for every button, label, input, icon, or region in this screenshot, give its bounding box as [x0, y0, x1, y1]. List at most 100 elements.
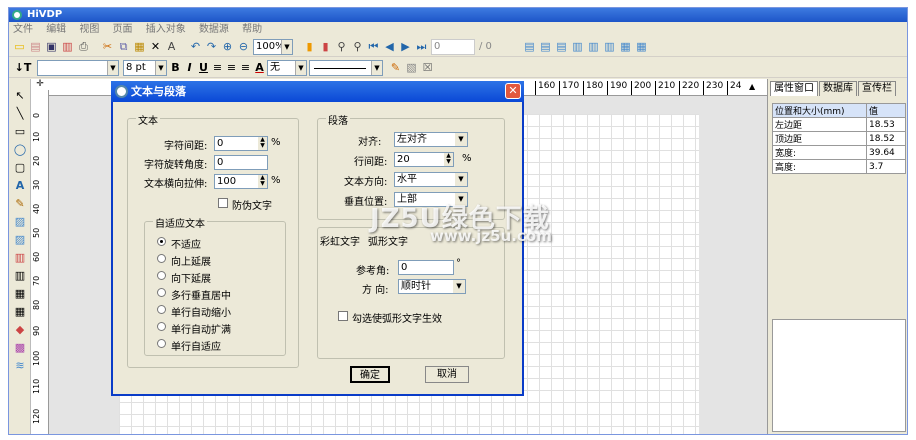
image-tool-icon[interactable]: ▨ [13, 215, 27, 229]
radio-single-expand[interactable]: 单行自动扩满 [157, 321, 231, 336]
no-border-icon[interactable]: ☒ [421, 61, 434, 74]
radio-single-shrink[interactable]: 单行自动缩小 [157, 304, 231, 319]
char-spacing-input[interactable]: 0 ▲ ▼ [214, 136, 268, 151]
spinner-icon[interactable]: ▲ ▼ [444, 153, 453, 166]
pdf-icon[interactable]: ▥ [61, 40, 74, 53]
format-icon[interactable]: A [165, 40, 178, 53]
bold-button[interactable]: B [169, 61, 182, 74]
same-height-icon[interactable]: ▦ [635, 40, 648, 53]
row-value[interactable]: 18.52 [866, 131, 906, 146]
tab-database[interactable]: 数据库 [819, 81, 857, 96]
text-tool-icon[interactable]: ↓T [13, 61, 33, 74]
curve-tool-icon[interactable]: ≋ [13, 359, 27, 373]
datamatrix-tool-icon[interactable]: ▦ [13, 305, 27, 319]
border-select[interactable]: 无 ▼ [267, 60, 307, 76]
qrcode-tool-icon[interactable]: ▦ [13, 287, 27, 301]
menu-help[interactable]: 帮助 [242, 24, 262, 35]
prev-page-icon[interactable]: ◀ [383, 40, 396, 53]
align-select[interactable]: 左对齐 ▼ [394, 132, 468, 147]
line-style-select[interactable]: ▼ [309, 60, 383, 76]
same-width-icon[interactable]: ▦ [619, 40, 632, 53]
font-color-button[interactable]: A [253, 61, 266, 74]
char-rotation-input[interactable]: 0 [214, 155, 268, 170]
table-row[interactable]: 宽度: 39.64 [772, 145, 906, 160]
anti-fake-checkbox[interactable]: 防伪文字 [218, 197, 272, 212]
menu-insert[interactable]: 插入对象 [146, 24, 186, 35]
db-icon[interactable]: ▮ [303, 40, 316, 53]
delete-icon[interactable]: ✕ [149, 40, 162, 53]
tab-promo[interactable]: 宣传栏 [858, 81, 896, 96]
edit-tool-icon[interactable]: ✎ [13, 197, 27, 211]
tab-properties[interactable]: 属性窗口 [770, 81, 818, 96]
tab-rainbow-text[interactable]: 彩虹文字 [320, 233, 360, 248]
table-row[interactable]: 高度: 3.7 [772, 159, 906, 174]
rounded-rect-tool-icon[interactable]: ▢ [13, 161, 27, 175]
color-tool-icon[interactable]: ▩ [13, 341, 27, 355]
font-family-select[interactable]: ▼ [37, 60, 119, 76]
text-direction-select[interactable]: 水平 ▼ [394, 172, 468, 187]
row-value[interactable]: 39.64 [866, 145, 906, 160]
align-middle-icon[interactable]: ▥ [587, 40, 600, 53]
radio-no-adapt[interactable]: 不适应 [157, 236, 201, 251]
open-icon[interactable]: ▤ [29, 40, 42, 53]
align-right-icon[interactable]: ▤ [555, 40, 568, 53]
menu-page[interactable]: 页面 [113, 24, 133, 35]
pdf-tool-icon[interactable]: ▥ [13, 251, 27, 265]
radio-multiline-vcenter[interactable]: 多行垂直居中 [157, 287, 231, 302]
font-size-select[interactable]: 8 pt ▼ [123, 60, 167, 76]
first-page-icon[interactable]: ⏮ [367, 40, 380, 53]
zoom-select[interactable]: 100% ▼ [253, 39, 293, 55]
align-left-icon[interactable]: ▤ [523, 40, 536, 53]
row-value[interactable]: 18.53 [866, 117, 906, 132]
underline-button[interactable]: U [197, 61, 210, 74]
menu-file[interactable]: 文件 [13, 24, 33, 35]
table-row[interactable]: 左边距 18.53 [772, 117, 906, 132]
table-row[interactable]: 顶边距 18.52 [772, 131, 906, 146]
text-align-left-icon[interactable]: ≡ [211, 61, 224, 74]
cut-icon[interactable]: ✂ [101, 40, 114, 53]
find-next-icon[interactable]: ⚲ [351, 40, 364, 53]
menu-datasource[interactable]: 数据源 [199, 24, 229, 35]
next-page-icon[interactable]: ▶ [399, 40, 412, 53]
align-bottom-icon[interactable]: ▥ [603, 40, 616, 53]
fill-icon[interactable]: ▧ [405, 61, 418, 74]
ref-angle-input[interactable]: 0 [398, 260, 454, 275]
close-button[interactable]: ✕ [505, 83, 521, 99]
find-icon[interactable]: ⚲ [335, 40, 348, 53]
align-top-icon[interactable]: ▥ [571, 40, 584, 53]
undo-icon[interactable]: ↶ [189, 40, 202, 53]
barcode-tool-icon[interactable]: ▥ [13, 269, 27, 283]
checkbox-box[interactable] [338, 311, 348, 321]
text-align-center-icon[interactable]: ≡ [225, 61, 238, 74]
pen-icon[interactable]: ✎ [389, 61, 402, 74]
paste-icon[interactable]: ▦ [133, 40, 146, 53]
line-tool-icon[interactable]: ╲ [13, 107, 27, 121]
row-value[interactable]: 3.7 [866, 159, 906, 174]
ellipse-tool-icon[interactable]: ◯ [13, 143, 27, 157]
redo-icon[interactable]: ↷ [205, 40, 218, 53]
radio-extend-down[interactable]: 向下延展 [157, 270, 211, 285]
zoom-out-icon[interactable]: ⊖ [237, 40, 250, 53]
menu-edit[interactable]: 编辑 [46, 24, 66, 35]
ok-button[interactable]: 确定 [350, 366, 390, 383]
rectangle-tool-icon[interactable]: ▭ [13, 125, 27, 139]
radio-single-adapt[interactable]: 单行自适应 [157, 338, 221, 353]
spinner-icon[interactable]: ▲ ▼ [258, 137, 267, 150]
text-align-right-icon[interactable]: ≡ [239, 61, 252, 74]
align-center-icon[interactable]: ▤ [539, 40, 552, 53]
page-current-input[interactable]: 0 [431, 39, 475, 55]
tab-arc-text[interactable]: 弧形文字 [368, 233, 408, 248]
picture-tool-icon[interactable]: ▨ [13, 233, 27, 247]
spinner-icon[interactable]: ▲ ▼ [258, 175, 267, 188]
text-tool-icon[interactable]: A [13, 179, 27, 193]
line-spacing-input[interactable]: 20 ▲ ▼ [394, 152, 454, 167]
zoom-in-icon[interactable]: ⊕ [221, 40, 234, 53]
new-icon[interactable]: ▭ [13, 40, 26, 53]
menu-view[interactable]: 视图 [79, 24, 99, 35]
pointer-tool-icon[interactable]: ↖ [13, 89, 27, 103]
last-page-icon[interactable]: ⏭ [415, 40, 428, 53]
print-icon[interactable]: ⎙ [77, 40, 90, 53]
italic-button[interactable]: I [183, 61, 196, 74]
checkbox-box[interactable] [218, 198, 228, 208]
scroll-arrow-icon[interactable]: ▲ [749, 82, 755, 91]
